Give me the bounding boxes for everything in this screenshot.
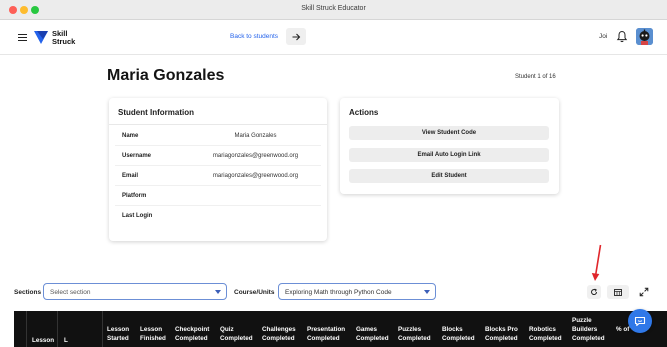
column-header[interactable]: Quiz Completed bbox=[220, 325, 253, 343]
arrow-right-icon bbox=[292, 33, 300, 40]
info-row-platform: Platform bbox=[115, 186, 321, 206]
course-select[interactable]: Exploring Math through Python Code bbox=[278, 283, 436, 300]
window-titlebar: Skill Struck Educator bbox=[0, 0, 667, 20]
column-header[interactable]: Lesson bbox=[32, 336, 54, 345]
student-counter: Student 1 of 16 bbox=[515, 74, 556, 80]
annotation-arrow bbox=[591, 244, 602, 281]
course-select-value: Exploring Math through Python Code bbox=[285, 289, 392, 296]
app-header: Skill Struck Back to students Joi bbox=[0, 20, 667, 55]
actions-card: Actions View Student Code Email Auto Log… bbox=[340, 98, 559, 194]
column-header[interactable]: Puzzles Completed bbox=[398, 325, 431, 343]
columns-button[interactable] bbox=[607, 285, 629, 299]
refresh-icon bbox=[591, 288, 598, 296]
view-student-code-button[interactable]: View Student Code bbox=[349, 126, 549, 140]
column-header[interactable]: Lesson Started bbox=[107, 325, 129, 343]
column-header[interactable]: Blocks Pro Completed bbox=[485, 325, 518, 343]
avatar-robot-icon bbox=[636, 28, 653, 45]
chat-button[interactable] bbox=[628, 309, 652, 333]
column-header[interactable]: Challenges Completed bbox=[262, 325, 296, 343]
refresh-button[interactable] bbox=[587, 285, 601, 299]
card-title: Student Information bbox=[118, 108, 194, 117]
table-icon bbox=[614, 288, 622, 296]
hamburger-icon[interactable] bbox=[18, 34, 27, 42]
info-label: Username bbox=[122, 153, 152, 159]
edit-student-button[interactable]: Edit Student bbox=[349, 169, 549, 183]
page-title: Maria Gonzales bbox=[107, 67, 225, 84]
column-header[interactable]: Robotics Completed bbox=[529, 325, 562, 343]
info-label: Email bbox=[122, 173, 139, 179]
avatar[interactable] bbox=[636, 28, 653, 45]
info-label: Platform bbox=[122, 193, 147, 199]
info-value: mariagonzales@greenwood.org bbox=[212, 153, 299, 159]
brand-name: Skill Struck bbox=[52, 29, 76, 46]
info-label: Last Login bbox=[122, 213, 153, 219]
column-header[interactable]: Puzzle Builders Completed bbox=[572, 316, 605, 343]
email-auto-login-link-button[interactable]: Email Auto Login Link bbox=[349, 148, 549, 162]
info-value: Maria Gonzales bbox=[234, 133, 277, 139]
user-name[interactable]: Joi bbox=[599, 33, 607, 40]
column-header[interactable]: Lesson Finished bbox=[140, 325, 166, 343]
expand-icon[interactable] bbox=[639, 287, 649, 297]
card-title: Actions bbox=[349, 108, 379, 117]
column-header[interactable]: Presentation Completed bbox=[307, 325, 345, 343]
column-header[interactable]: Blocks Completed bbox=[442, 325, 475, 343]
info-row-username: Username mariagonzales@greenwood.org bbox=[115, 146, 321, 166]
chevron-down-icon bbox=[424, 290, 430, 294]
section-select[interactable]: Select section bbox=[43, 283, 227, 300]
back-button[interactable] bbox=[286, 28, 306, 45]
divider bbox=[109, 124, 327, 125]
chat-icon bbox=[634, 316, 646, 326]
column-header[interactable]: Games Completed bbox=[356, 325, 389, 343]
course-units-label: Course/Units bbox=[234, 289, 275, 296]
info-label: Name bbox=[122, 133, 139, 139]
info-value: mariagonzales@greenwood.org bbox=[212, 173, 299, 179]
info-row-last-login: Last Login bbox=[115, 206, 321, 226]
column-header[interactable]: Checkpoint Completed bbox=[175, 325, 209, 343]
window-title: Skill Struck Educator bbox=[301, 5, 366, 12]
chevron-down-icon bbox=[215, 290, 221, 294]
column-header[interactable]: % of bbox=[616, 325, 629, 334]
info-row-email: Email mariagonzales@greenwood.org bbox=[115, 166, 321, 186]
column-header[interactable]: L bbox=[64, 336, 68, 345]
bell-icon[interactable] bbox=[616, 30, 628, 43]
info-row-name: Name Maria Gonzales bbox=[115, 126, 321, 146]
back-to-students-link[interactable]: Back to students bbox=[230, 33, 278, 40]
student-information-card: Student Information Name Maria Gonzales … bbox=[109, 98, 327, 241]
section-select-value: Select section bbox=[50, 289, 91, 296]
sections-label: Sections bbox=[14, 289, 42, 296]
skill-struck-logo bbox=[34, 31, 48, 44]
progress-table-header: Lesson L Lesson Started Lesson Finished Ch… bbox=[14, 311, 667, 347]
